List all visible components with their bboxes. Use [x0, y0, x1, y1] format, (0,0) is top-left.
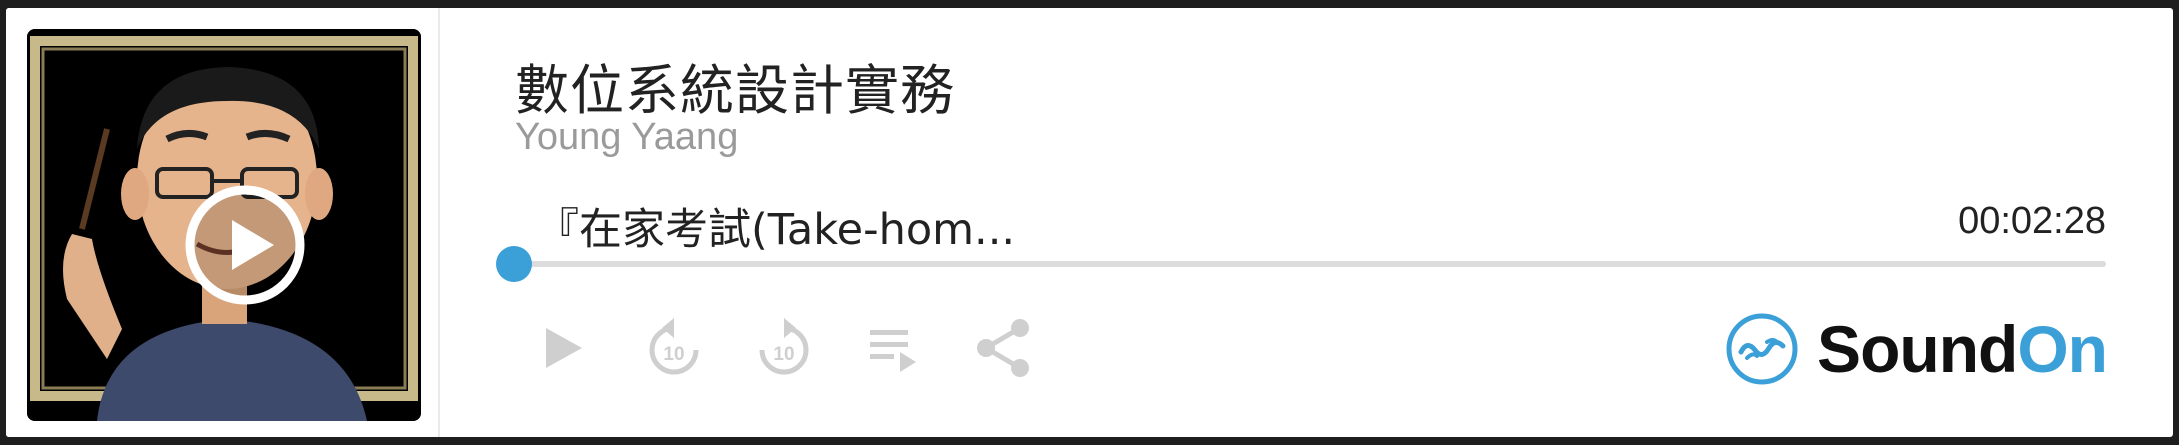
rewind-10-label: 10 — [663, 344, 684, 365]
progress-handle[interactable] — [496, 246, 532, 282]
playlist-button[interactable] — [862, 316, 926, 380]
episode-duration: 00:02:28 — [1958, 200, 2106, 242]
podcast-title: 數位系統設計實務 — [515, 59, 955, 122]
brand-on-text: On — [2017, 312, 2108, 386]
rewind-10-icon: 10 — [649, 318, 699, 375]
episode-title: 『在家考試(Take-hom... — [536, 205, 1016, 255]
play-button[interactable] — [532, 316, 596, 380]
share-button[interactable] — [972, 316, 1036, 380]
cover-play-button[interactable] — [184, 184, 306, 306]
forward-10-icon: 10 — [759, 318, 809, 375]
share-icon — [977, 319, 1029, 377]
soundon-player: 數位系統設計實務 Young Yaang 『在家考試(Take-hom... 0… — [6, 8, 2173, 437]
progress-bar[interactable] — [496, 246, 2106, 282]
brand-sound-text: Sound — [1817, 312, 2018, 386]
soundon-logo[interactable]: SoundOn — [1725, 304, 2108, 394]
playlist-icon — [870, 330, 916, 372]
rewind-10-button[interactable]: 10 — [642, 316, 706, 380]
podcast-author[interactable]: Young Yaang — [515, 116, 738, 159]
playback-controls: 10 10 — [532, 308, 1082, 388]
forward-10-button[interactable]: 10 — [752, 316, 816, 380]
soundon-wave-icon — [1726, 313, 1798, 385]
podcast-cover-art — [27, 29, 421, 421]
soundon-wordmark: SoundOn — [1817, 311, 2108, 387]
forward-10-label: 10 — [773, 344, 794, 365]
play-icon — [546, 328, 582, 368]
cover-panel — [6, 8, 440, 437]
